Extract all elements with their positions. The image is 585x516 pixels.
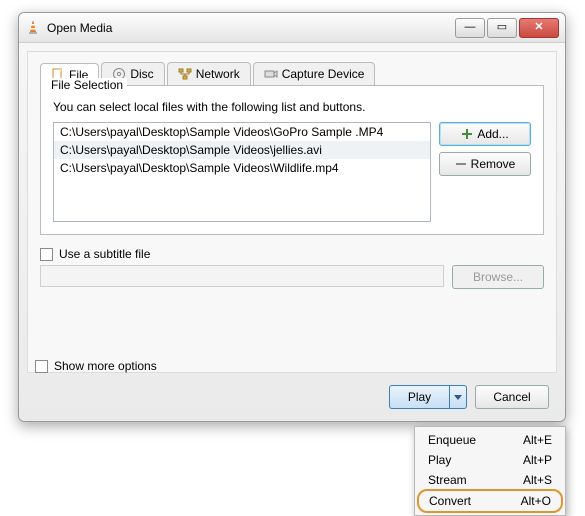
file-list[interactable]: C:\Users\payal\Desktop\Sample Videos\GoP… — [53, 122, 431, 222]
menu-item-label: Stream — [428, 473, 467, 487]
list-item[interactable]: C:\Users\payal\Desktop\Sample Videos\GoP… — [54, 123, 430, 141]
menu-item-stream[interactable]: Stream Alt+S — [418, 470, 562, 490]
play-split-button[interactable]: Play — [389, 385, 467, 409]
subtitle-label: Use a subtitle file — [59, 247, 150, 261]
open-media-dialog: Open Media — ▭ ✕ File Disc Network Captu… — [18, 12, 566, 422]
tab-network[interactable]: Network — [167, 62, 251, 85]
file-selection-legend: File Selection — [47, 78, 127, 92]
titlebar: Open Media — ▭ ✕ — [19, 13, 565, 43]
window-title: Open Media — [47, 21, 453, 35]
subtitle-checkbox[interactable] — [40, 248, 53, 261]
play-button-label: Play — [408, 390, 431, 404]
menu-item-shortcut: Alt+S — [523, 473, 552, 487]
more-options-row: Show more options — [35, 359, 157, 373]
play-dropdown-menu: Enqueue Alt+E Play Alt+P Stream Alt+S Co… — [414, 426, 566, 516]
more-options-label: Show more options — [54, 359, 157, 373]
window-buttons: — ▭ ✕ — [453, 18, 559, 38]
dialog-footer: Play Cancel — [389, 385, 549, 409]
menu-item-shortcut: Alt+P — [523, 453, 552, 467]
file-selection-group: File Selection You can select local file… — [40, 85, 544, 235]
play-button[interactable]: Play — [389, 385, 449, 409]
menu-item-shortcut: Alt+O — [521, 494, 551, 508]
close-button[interactable]: ✕ — [519, 18, 559, 38]
menu-item-label: Enqueue — [428, 433, 476, 447]
browse-button-label: Browse... — [473, 270, 523, 284]
remove-button-label: Remove — [471, 157, 516, 171]
subtitle-row: Use a subtitle file — [40, 247, 544, 261]
add-button-label: Add... — [477, 127, 508, 141]
file-selection-hint: You can select local files with the foll… — [53, 100, 531, 114]
browse-button: Browse... — [452, 265, 544, 289]
menu-item-convert[interactable]: Convert Alt+O — [417, 489, 563, 513]
play-dropdown-toggle[interactable] — [449, 385, 467, 409]
tab-capture[interactable]: Capture Device — [253, 62, 376, 85]
add-button[interactable]: Add... — [439, 122, 531, 146]
network-icon — [178, 67, 192, 81]
tab-disc-label: Disc — [130, 67, 153, 81]
cancel-button[interactable]: Cancel — [475, 385, 549, 409]
menu-item-label: Play — [428, 453, 451, 467]
subtitle-path-field — [40, 265, 444, 287]
menu-item-play[interactable]: Play Alt+P — [418, 450, 562, 470]
more-options-checkbox[interactable] — [35, 360, 48, 373]
cancel-button-label: Cancel — [493, 390, 530, 404]
menu-item-enqueue[interactable]: Enqueue Alt+E — [418, 430, 562, 450]
capture-icon — [264, 67, 278, 81]
list-item[interactable]: C:\Users\payal\Desktop\Sample Videos\jel… — [54, 141, 430, 159]
minimize-button[interactable]: — — [455, 18, 485, 38]
menu-item-label: Convert — [429, 494, 471, 508]
chevron-down-icon — [454, 393, 462, 401]
maximize-button[interactable]: ▭ — [487, 18, 517, 38]
menu-item-shortcut: Alt+E — [523, 433, 552, 447]
tab-network-label: Network — [196, 67, 240, 81]
remove-button[interactable]: Remove — [439, 152, 531, 176]
tab-capture-label: Capture Device — [282, 67, 365, 81]
client-area: File Disc Network Capture Device File Se… — [27, 51, 557, 373]
minus-icon — [455, 158, 467, 170]
plus-icon — [461, 128, 473, 140]
list-item[interactable]: C:\Users\payal\Desktop\Sample Videos\Wil… — [54, 159, 430, 177]
vlc-cone-icon — [25, 20, 41, 36]
